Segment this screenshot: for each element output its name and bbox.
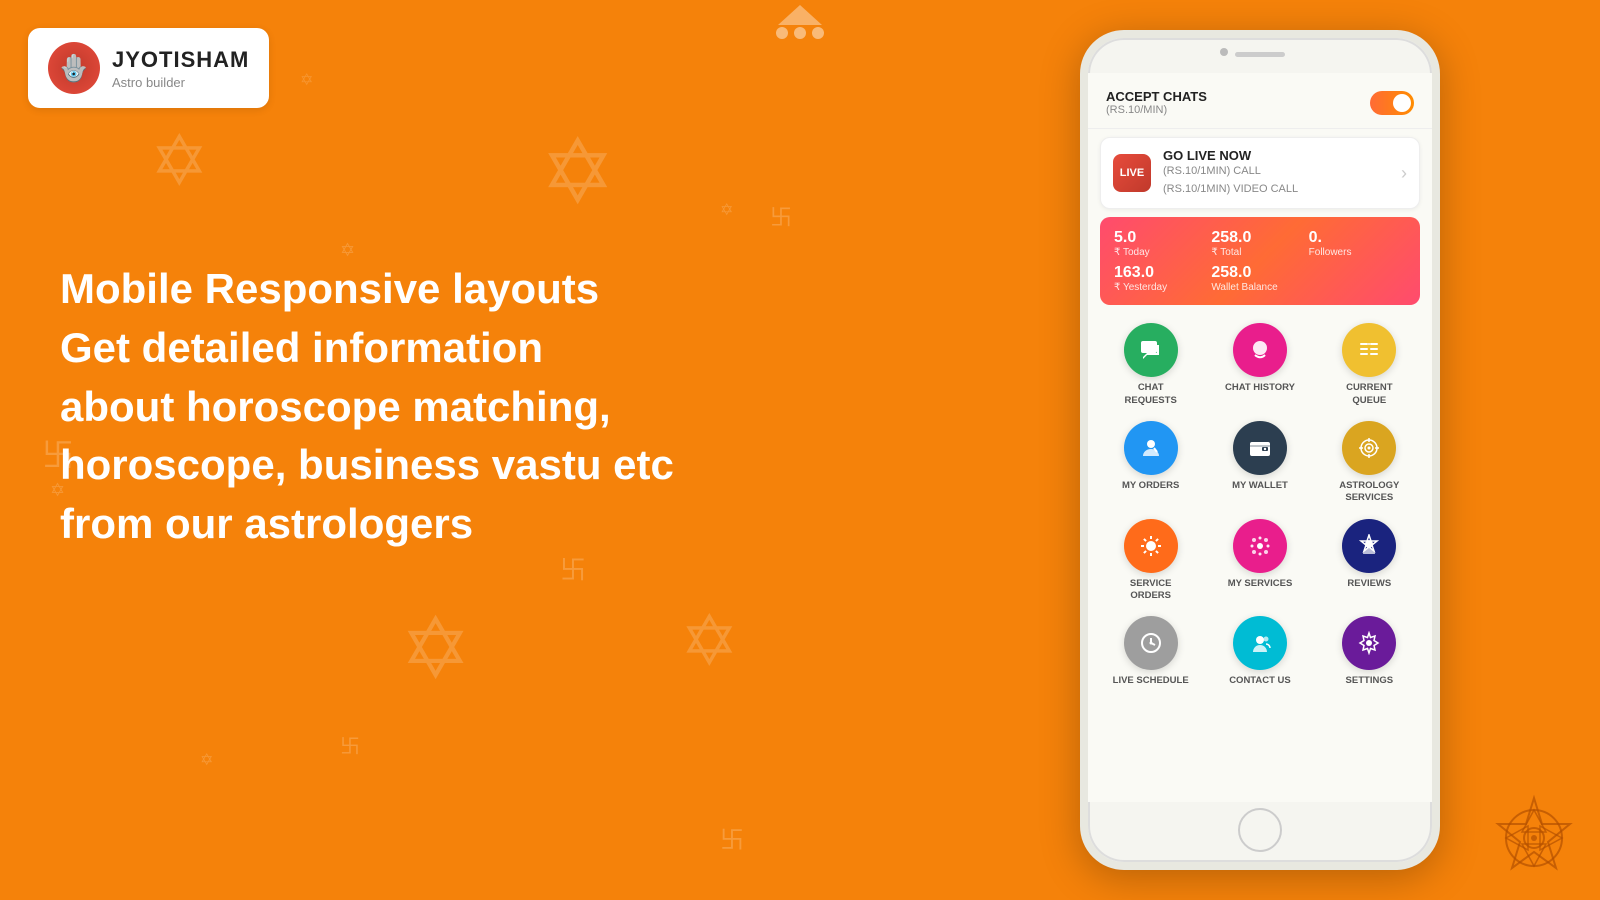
go-live-text: GO LIVE NOW (RS.10/1MIN) CALL (RS.10/1MI…: [1163, 148, 1401, 198]
phone-home-button[interactable]: [1238, 808, 1282, 852]
hero-line5: from our astrologers: [60, 500, 473, 547]
hero-text: Mobile Responsive layouts Get detailed i…: [60, 260, 674, 554]
settings-label: SETTINGS: [1346, 675, 1394, 687]
stat-followers-label: Followers: [1309, 247, 1406, 258]
chat-history-label: CHAT HISTORY: [1225, 382, 1295, 394]
stat-total-label: ₹ Total: [1211, 247, 1308, 258]
stat-followers: 0. Followers: [1309, 229, 1406, 258]
astrology-services-icon: [1342, 421, 1396, 475]
hero-line3: about horoscope matching,: [60, 383, 611, 430]
menu-astrology-services[interactable]: ASTROLOGY SERVICES: [1329, 421, 1409, 505]
contact-us-icon: [1233, 616, 1287, 670]
menu-row-4: LIVE SCHEDULE CONTACT US SETTINGS: [1096, 616, 1424, 687]
service-orders-icon: [1124, 519, 1178, 573]
stat-yesterday-value: 163.0: [1114, 264, 1211, 282]
logo-container: 🪬 JYOTISHAM Astro builder: [28, 28, 269, 108]
menu-service-orders[interactable]: SERVICE ORDERS: [1111, 519, 1191, 603]
menu-settings[interactable]: SETTINGS: [1329, 616, 1409, 687]
hero-line4: horoscope, business vastu etc: [60, 441, 674, 488]
chat-history-icon: [1233, 323, 1287, 377]
stat-followers-value: 0.: [1309, 229, 1406, 247]
logo-name: JYOTISHAM: [112, 47, 249, 73]
geo-decoration: [1490, 794, 1578, 882]
current-queue-icon: [1342, 323, 1396, 377]
menu-reviews[interactable]: REVIEWS: [1329, 519, 1409, 603]
stats-banner: 5.0 ₹ Today 258.0 ₹ Total 0. Followers 1…: [1100, 217, 1420, 305]
accept-chats-toggle[interactable]: [1370, 91, 1414, 115]
settings-icon: [1342, 616, 1396, 670]
menu-row-2: MY ORDERS MY WALLET ASTROLOGY SERVICES: [1096, 421, 1424, 505]
accept-chats-label: ACCEPT CHATS: [1106, 89, 1207, 104]
stat-yesterday: 163.0 ₹ Yesterday: [1114, 264, 1211, 293]
live-badge: LIVE: [1113, 154, 1151, 192]
my-orders-label: MY ORDERS: [1122, 480, 1179, 492]
menu-my-orders[interactable]: MY ORDERS: [1111, 421, 1191, 505]
reviews-label: REVIEWS: [1347, 578, 1391, 590]
phone-speaker: [1235, 52, 1285, 57]
contact-us-label: CONTACT US: [1229, 675, 1291, 687]
stat-today-value: 5.0: [1114, 229, 1211, 247]
chat-requests-icon: [1124, 323, 1178, 377]
hero-line2: Get detailed information: [60, 324, 543, 371]
my-orders-icon: [1124, 421, 1178, 475]
accept-chats-row: ACCEPT CHATS (RS.10/MIN): [1088, 73, 1432, 129]
stat-wallet-label: Wallet Balance: [1211, 282, 1308, 293]
go-live-sub1: (RS.10/1MIN) CALL: [1163, 163, 1401, 181]
my-wallet-icon: [1233, 421, 1287, 475]
go-live-sub2: (RS.10/1MIN) VIDEO CALL: [1163, 181, 1401, 199]
go-live-title: GO LIVE NOW: [1163, 148, 1401, 163]
stat-total: 258.0 ₹ Total: [1211, 229, 1308, 258]
stat-wallet: 258.0 Wallet Balance: [1211, 264, 1308, 293]
menu-live-schedule[interactable]: LIVE SCHEDULE: [1111, 616, 1191, 687]
phone-camera: [1220, 48, 1228, 56]
menu-chat-requests[interactable]: CHAT REQUESTS: [1111, 323, 1191, 407]
current-queue-label: CURRENT QUEUE: [1329, 382, 1409, 407]
menu-contact-us[interactable]: CONTACT US: [1220, 616, 1300, 687]
logo-tagline: Astro builder: [112, 75, 249, 90]
stat-wallet-value: 258.0: [1211, 264, 1308, 282]
chat-requests-label: CHAT REQUESTS: [1111, 382, 1191, 407]
phone-mockup: ACCEPT CHATS (RS.10/MIN) LIVE GO LIVE NO…: [1080, 30, 1440, 870]
menu-current-queue[interactable]: CURRENT QUEUE: [1329, 323, 1409, 407]
stat-today: 5.0 ₹ Today: [1114, 229, 1211, 258]
menu-my-services[interactable]: MY SERVICES: [1220, 519, 1300, 603]
menu-my-wallet[interactable]: MY WALLET: [1220, 421, 1300, 505]
astrology-services-label: ASTROLOGY SERVICES: [1329, 480, 1409, 505]
my-services-label: MY SERVICES: [1228, 578, 1293, 590]
live-schedule-icon: [1124, 616, 1178, 670]
menu-row-1: CHAT REQUESTS CHAT HISTORY CURRENT QUEUE: [1096, 323, 1424, 407]
stat-yesterday-label: ₹ Yesterday: [1114, 282, 1211, 293]
phone-shell: ACCEPT CHATS (RS.10/MIN) LIVE GO LIVE NO…: [1080, 30, 1440, 870]
go-live-arrow-icon: ›: [1401, 163, 1407, 184]
reviews-icon: [1342, 519, 1396, 573]
stat-total-value: 258.0: [1211, 229, 1308, 247]
my-wallet-label: MY WALLET: [1232, 480, 1288, 492]
accept-chats-sub: (RS.10/MIN): [1106, 104, 1207, 116]
logo-icon: 🪬: [48, 42, 100, 94]
menu-row-3: SERVICE ORDERS MY SERVICES REVIEWS: [1096, 519, 1424, 603]
menu-chat-history[interactable]: CHAT HISTORY: [1220, 323, 1300, 407]
live-schedule-label: LIVE SCHEDULE: [1113, 675, 1189, 687]
go-live-banner[interactable]: LIVE GO LIVE NOW (RS.10/1MIN) CALL (RS.1…: [1100, 137, 1420, 209]
service-orders-label: SERVICE ORDERS: [1111, 578, 1191, 603]
stat-today-label: ₹ Today: [1114, 247, 1211, 258]
menu-grid: CHAT REQUESTS CHAT HISTORY CURRENT QUEUE: [1088, 313, 1432, 711]
my-services-icon: [1233, 519, 1287, 573]
hero-line1: Mobile Responsive layouts: [60, 265, 599, 312]
phone-screen: ACCEPT CHATS (RS.10/MIN) LIVE GO LIVE NO…: [1088, 73, 1432, 802]
